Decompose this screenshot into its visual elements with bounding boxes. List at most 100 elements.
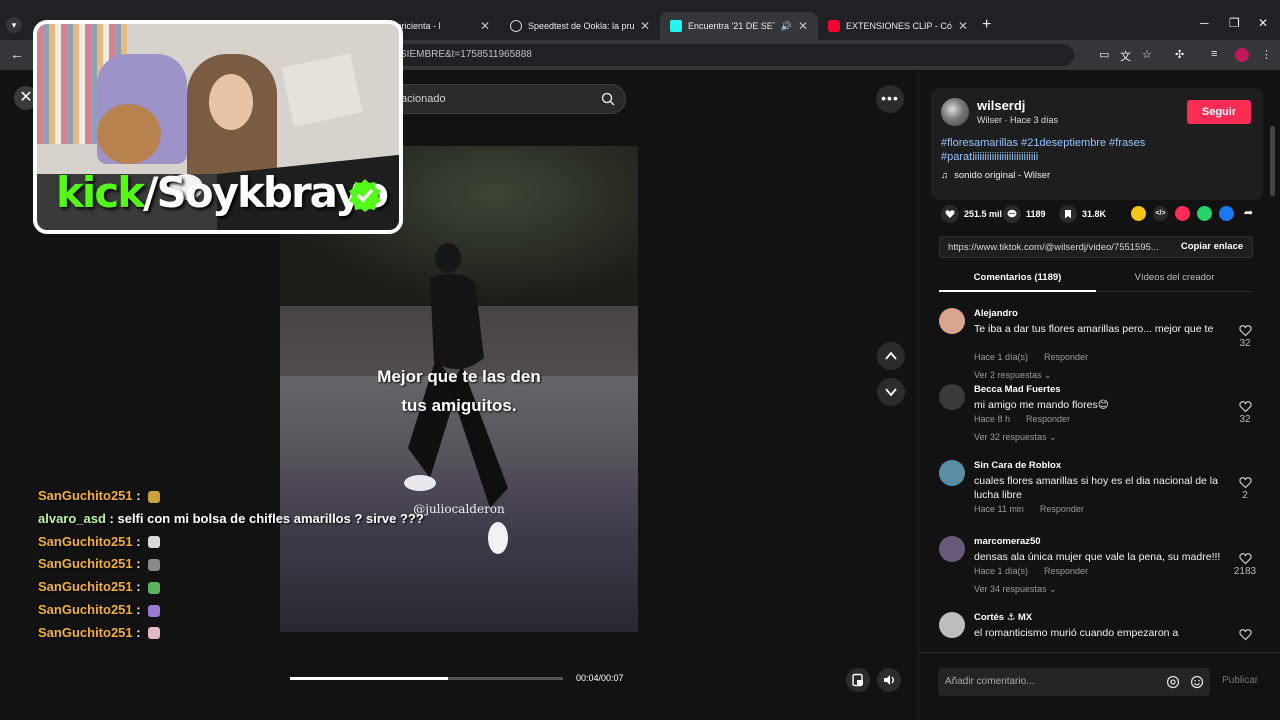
close-tab-icon[interactable]: ✕	[798, 19, 808, 33]
restore-icon[interactable]: ❐	[1229, 16, 1240, 30]
author-card: wilserdj Wilser · Hace 3 días Seguir #fl…	[931, 88, 1263, 200]
comment-like-count: 32	[1239, 338, 1251, 349]
translate-icon[interactable]: 文	[1120, 48, 1131, 64]
chat-username: SanGuchito251	[38, 624, 133, 640]
reply-button[interactable]: Responder	[1044, 566, 1088, 576]
commenter-avatar[interactable]	[939, 384, 965, 410]
comment-button[interactable]: 1189	[1003, 204, 1046, 224]
commenter-name[interactable]: Alejandro	[974, 308, 1018, 319]
facebook-icon[interactable]	[1219, 206, 1234, 221]
search-icon[interactable]	[601, 92, 615, 106]
browser-menu-icon[interactable]: ⋮	[1261, 48, 1272, 61]
chat-emote-icon	[148, 604, 161, 617]
close-tab-icon[interactable]: ✕	[640, 19, 650, 33]
comment-item: Sin Cara de Roblox cuales flores amarilla…	[939, 458, 1273, 534]
extensions-icon[interactable]: ✣	[1175, 48, 1184, 61]
commenter-avatar[interactable]	[939, 460, 965, 486]
sound-label: sonido original - Wilser	[954, 170, 1051, 181]
post-comment-button[interactable]: Publicar	[1222, 675, 1258, 686]
embed-icon[interactable]: </>	[1153, 206, 1168, 221]
heart-icon[interactable]	[1239, 628, 1252, 641]
follow-button[interactable]: Seguir	[1187, 100, 1251, 124]
tab-tiktok-active[interactable]: Encuentra '21 DE SETIEMBRE 🔊 ✕	[660, 12, 818, 40]
screen: ▾ marillas - Floricienta - l ✕ Speedtest…	[0, 0, 1280, 720]
chat-message: SanGuchito251 :	[38, 534, 538, 557]
reply-button[interactable]: Responder	[1040, 504, 1084, 514]
tab-creator-videos[interactable]: Vídeos del creador	[1096, 272, 1253, 283]
close-tab-icon[interactable]: ✕	[480, 19, 490, 33]
media-control-icon[interactable]: ≡	[1211, 48, 1217, 60]
copy-link-button[interactable]: Copiar enlace	[1172, 237, 1252, 257]
heart-icon[interactable]	[1239, 400, 1252, 413]
comment-meta: Hace 8 h Responder	[974, 414, 1070, 424]
chat-emote-icon	[148, 558, 161, 571]
search-text: acionado	[401, 93, 446, 105]
coin-icon[interactable]	[1131, 206, 1146, 221]
search-input[interactable]: acionado	[380, 84, 626, 114]
tab-title: Speedtest de Ookla: la prueba c	[528, 21, 634, 31]
view-replies-label: Ver 32 respuestas	[974, 432, 1047, 442]
reply-button[interactable]: Responder	[1044, 352, 1088, 362]
commenter-avatar[interactable]	[939, 308, 965, 334]
send-icon[interactable]	[1175, 206, 1190, 221]
chat-text: :	[132, 533, 145, 549]
chat-text: :	[132, 556, 145, 572]
video-progress-bar[interactable]	[290, 677, 563, 680]
author-avatar[interactable]	[941, 98, 969, 126]
install-app-icon[interactable]: ▭	[1099, 48, 1109, 61]
floating-player-button[interactable]	[846, 668, 870, 692]
mention-icon[interactable]	[1166, 675, 1180, 689]
commenter-name[interactable]: Sin Cara de Roblox	[974, 460, 1061, 471]
verified-badge-icon	[349, 179, 381, 212]
comment-text: Te iba a dar tus flores amarillas pero..…	[974, 323, 1214, 335]
video-link-text[interactable]: https://www.tiktok.com/@wilserdj/video/7…	[948, 242, 1168, 253]
tab-search-button[interactable]: ▾	[6, 17, 22, 33]
save-button[interactable]: 31.8K	[1059, 204, 1106, 224]
heart-icon[interactable]	[1239, 476, 1252, 489]
sound-link[interactable]: ♫ sonido original - Wilser	[941, 170, 1050, 181]
video-caption: Mejor que te las den tus amiguitos.	[280, 362, 638, 420]
next-video-button[interactable]	[877, 378, 905, 406]
new-tab-button[interactable]: +	[982, 16, 991, 34]
view-replies-button[interactable]: Ver 34 respuestas ⌄	[974, 584, 1057, 595]
heart-icon[interactable]	[1239, 324, 1252, 337]
author-subtitle: Wilser · Hace 3 días	[977, 115, 1059, 125]
comment-input[interactable]: Añadir comentario...	[938, 668, 1210, 696]
view-replies-button[interactable]: Ver 32 respuestas ⌄	[974, 432, 1057, 443]
video-timecode: 00:04/00:07	[576, 673, 624, 683]
back-arrow-icon[interactable]: ←	[10, 46, 24, 62]
previous-video-button[interactable]	[877, 342, 905, 370]
commenter-avatar[interactable]	[939, 612, 965, 638]
bookmark-star-icon[interactable]: ☆	[1142, 48, 1152, 61]
tab-youtube[interactable]: EXTENSIONES CLIP - Cómo pon ✕	[818, 12, 978, 40]
tab-speedtest[interactable]: Speedtest de Ookla: la prueba c ✕	[500, 12, 660, 40]
close-tab-icon[interactable]: ✕	[958, 19, 968, 33]
view-replies-button[interactable]: Ver 2 respuestas ⌄	[974, 370, 1052, 381]
more-options-button[interactable]: •••	[876, 85, 904, 113]
stream-chat: SanGuchito251 : alvaro_asd : selfi con m…	[38, 488, 538, 648]
volume-button[interactable]	[877, 668, 901, 692]
comment-text: mi amigo me mando flores😊	[974, 399, 1109, 411]
minimize-icon[interactable]: ─	[1200, 16, 1209, 30]
commenter-name[interactable]: Cortés ⚓ MX	[974, 612, 1032, 623]
music-note-icon: ♫	[941, 170, 949, 181]
heart-icon[interactable]	[1239, 552, 1252, 565]
engagement-stats: 251.5 mil 1189 31.8K </> ➦	[941, 204, 1261, 224]
author-username[interactable]: wilserdj	[977, 98, 1025, 113]
tab-comments[interactable]: Comentarios (1189)	[939, 272, 1096, 283]
share-arrow-icon[interactable]: ➦	[1241, 206, 1256, 221]
chat-username: SanGuchito251	[38, 533, 133, 549]
speaker-icon[interactable]: 🔊	[781, 21, 792, 32]
close-window-icon[interactable]: ✕	[1258, 16, 1268, 30]
video-hashtags[interactable]: #floresamarillas #21deseptiembre #frases…	[941, 136, 1201, 164]
commenter-name[interactable]: marcomeraz50	[974, 536, 1041, 547]
panel-scrollbar[interactable]	[1270, 126, 1275, 196]
tab-title: EXTENSIONES CLIP - Cómo pon	[846, 21, 952, 31]
like-button[interactable]: 251.5 mil	[941, 204, 1002, 224]
commenter-name[interactable]: Becca Mad Fuertes	[974, 384, 1061, 395]
profile-avatar[interactable]	[1235, 48, 1249, 62]
reply-button[interactable]: Responder	[1026, 414, 1070, 424]
whatsapp-icon[interactable]	[1197, 206, 1212, 221]
emoji-icon[interactable]	[1190, 675, 1204, 689]
commenter-avatar[interactable]	[939, 536, 965, 562]
